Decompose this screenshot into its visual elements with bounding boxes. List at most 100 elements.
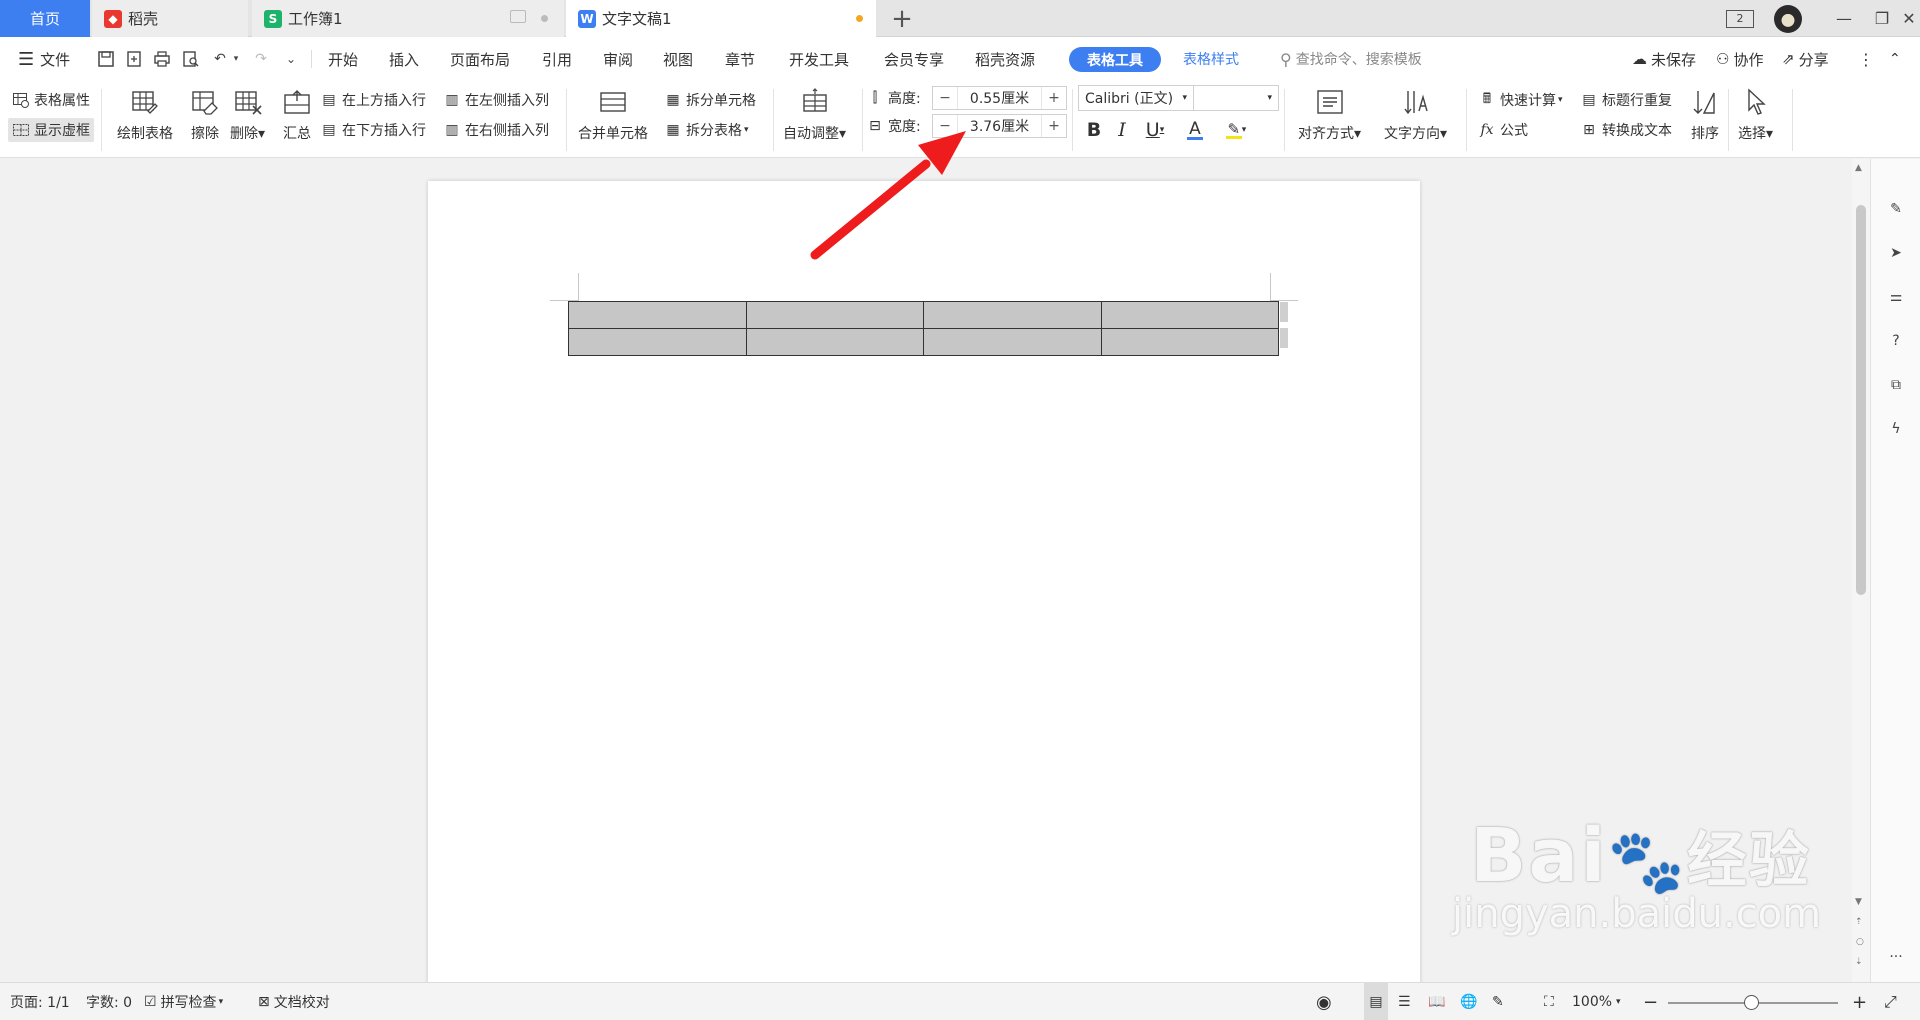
table-cell[interactable] — [1100, 328, 1279, 356]
menu-view[interactable]: 视图 — [663, 37, 693, 81]
outline-view-icon[interactable]: ☰ — [1398, 983, 1411, 1020]
row-height-stepper[interactable]: − 0.55厘米 + — [932, 86, 1067, 110]
reading-mode-icon[interactable]: 📖 — [1428, 983, 1445, 1020]
minimize-icon[interactable]: — — [1824, 0, 1864, 37]
edit-pen-icon[interactable]: ✎ — [1884, 197, 1908, 221]
print-icon[interactable] — [151, 48, 173, 70]
bold-button[interactable]: B — [1084, 116, 1104, 144]
undo-dropdown-icon[interactable]: ▾ — [230, 48, 242, 70]
table-cell[interactable] — [745, 328, 924, 356]
file-menu[interactable]: ☰ 文件 — [18, 37, 70, 81]
document-page[interactable] — [428, 181, 1420, 982]
menu-review[interactable]: 审阅 — [603, 37, 633, 81]
write-mode-icon[interactable]: ✎ — [1492, 983, 1504, 1020]
delete-dropdown-button[interactable]: 删除▾ — [230, 85, 265, 143]
insert-row-above-button[interactable]: ▤ 在上方插入行 — [320, 88, 426, 112]
page-count[interactable]: 页面: 1/1 — [10, 983, 70, 1020]
share-button[interactable]: ⇗ 分享 — [1782, 37, 1829, 81]
vertical-scrollbar[interactable]: ▲ ▼ ⇡ ○ ⇣ — [1852, 159, 1870, 982]
lightning-icon[interactable]: ϟ — [1884, 417, 1908, 441]
select-cursor-icon[interactable]: ➤ — [1884, 241, 1908, 265]
undo-icon[interactable]: ↶ — [209, 48, 231, 70]
new-tab-plus-icon[interactable]: + — [890, 0, 914, 37]
word-count[interactable]: 字数: 0 — [86, 983, 132, 1020]
underline-dropdown[interactable]: U ▾ — [1140, 116, 1170, 144]
table-properties-button[interactable]: 表格属性 — [12, 88, 90, 112]
tab-daoke[interactable]: ◆ 稻壳 — [92, 0, 248, 37]
unsaved-status-button[interactable]: ☁ 未保存 — [1632, 37, 1696, 81]
prev-page-icon[interactable]: ⇡ — [1855, 917, 1863, 927]
col-width-increase-button[interactable]: + — [1042, 115, 1066, 137]
zoom-level-dropdown[interactable]: 100% ▾ — [1572, 983, 1621, 1020]
tab-document[interactable]: W 文字文稿1 — [566, 0, 876, 37]
col-width-decrease-button[interactable]: − — [933, 115, 957, 137]
collapse-ribbon-icon[interactable]: ⌃ — [1889, 37, 1901, 81]
collaborate-button[interactable]: ⚇ 协作 — [1716, 37, 1763, 81]
redo-icon[interactable]: ↷ — [250, 48, 272, 70]
menu-references[interactable]: 引用 — [542, 37, 572, 81]
insert-col-right-button[interactable]: ▥ 在右侧插入列 — [443, 118, 549, 142]
sort-button[interactable]: 排序 — [1688, 85, 1722, 143]
avatar[interactable] — [1768, 0, 1808, 37]
fit-page-icon[interactable]: ⛶ — [1544, 983, 1554, 1020]
menu-member[interactable]: 会员专享 — [884, 37, 944, 81]
spell-check-dropdown[interactable]: ☑ 拼写检查 ▾ — [144, 983, 223, 1020]
screen-icon[interactable] — [510, 10, 526, 23]
table-cell[interactable] — [923, 301, 1102, 329]
export-pdf-icon[interactable] — [123, 48, 145, 70]
help-icon[interactable]: ? — [1884, 329, 1908, 353]
table-cell[interactable] — [923, 328, 1102, 356]
repeat-header-button[interactable]: ▤ 标题行重复 — [1580, 88, 1672, 112]
zoom-slider-knob[interactable] — [1744, 995, 1759, 1010]
col-width-input[interactable]: 3.76厘米 — [957, 115, 1042, 137]
more-dots-icon[interactable]: ··· — [1884, 945, 1908, 969]
split-table-dropdown[interactable]: ▦ 拆分表格 ▾ — [664, 118, 748, 142]
customize-toolbar-chevron-icon[interactable]: ⌄ — [280, 48, 302, 70]
web-view-icon[interactable]: 🌐 — [1460, 983, 1477, 1020]
tab-table-tools[interactable]: 表格工具 — [1069, 47, 1161, 72]
tab-table-style[interactable]: 表格样式 — [1183, 37, 1239, 81]
menu-insert[interactable]: 插入 — [389, 37, 419, 81]
restore-icon[interactable]: ❐ — [1862, 0, 1902, 37]
italic-button[interactable]: I — [1112, 116, 1132, 144]
table-cell[interactable] — [568, 301, 747, 329]
tab-workbook[interactable]: S 工作簿1 — [252, 0, 564, 37]
auto-fit-dropdown[interactable]: 自动调整▾ — [783, 85, 846, 143]
draw-table-button[interactable]: 绘制表格 — [117, 85, 173, 143]
multi-window-icon[interactable]: 2 — [1722, 0, 1758, 37]
menu-daoke-resources[interactable]: 稻壳资源 — [975, 37, 1035, 81]
highlight-dropdown[interactable]: ✎ ▾ — [1220, 116, 1252, 144]
text-direction-dropdown[interactable]: 文字方向▾ — [1384, 85, 1447, 143]
erase-button[interactable]: 擦除 — [188, 85, 222, 143]
save-icon[interactable] — [95, 48, 117, 70]
menu-chapter[interactable]: 章节 — [725, 37, 755, 81]
menu-start[interactable]: 开始 — [328, 37, 358, 81]
table-cell[interactable] — [568, 328, 747, 356]
scrollbar-thumb[interactable] — [1856, 205, 1866, 595]
tab-home[interactable]: 首页 — [0, 0, 90, 37]
quick-calc-dropdown[interactable]: 🖩 快速计算 ▾ — [1478, 88, 1563, 112]
row-height-decrease-button[interactable]: − — [933, 87, 957, 109]
row-height-input[interactable]: 0.55厘米 — [957, 87, 1042, 109]
table-cell[interactable] — [1100, 301, 1279, 329]
font-name-select[interactable]: Calibri (正文) ▾ — [1078, 85, 1194, 111]
page-view-icon[interactable]: ▤ — [1364, 983, 1388, 1020]
next-page-icon[interactable]: ⇣ — [1855, 957, 1863, 967]
summary-button[interactable]: 汇总 — [280, 85, 314, 143]
more-options-icon[interactable]: ⋮ — [1858, 37, 1874, 81]
image-edit-icon[interactable]: ⧉ — [1884, 373, 1908, 397]
font-size-select[interactable]: ▾ — [1193, 85, 1279, 111]
fullscreen-icon[interactable]: ⤢ — [1884, 983, 1897, 1020]
settings-sliders-icon[interactable]: ⚌ — [1884, 285, 1908, 309]
document-table[interactable] — [568, 301, 1279, 356]
merge-cells-button[interactable]: 合并单元格 — [578, 85, 648, 143]
close-icon[interactable]: ✕ — [1898, 0, 1920, 37]
menu-page-layout[interactable]: 页面布局 — [450, 37, 510, 81]
convert-to-text-button[interactable]: ⊞ 转换成文本 — [1580, 118, 1672, 142]
zoom-in-icon[interactable]: + — [1852, 983, 1867, 1020]
insert-row-below-button[interactable]: ▤ 在下方插入行 — [320, 118, 426, 142]
print-preview-icon[interactable] — [180, 48, 202, 70]
menu-developer-tools[interactable]: 开发工具 — [789, 37, 849, 81]
alignment-dropdown[interactable]: 对齐方式▾ — [1298, 85, 1361, 143]
col-width-stepper[interactable]: − 3.76厘米 + — [932, 114, 1067, 138]
